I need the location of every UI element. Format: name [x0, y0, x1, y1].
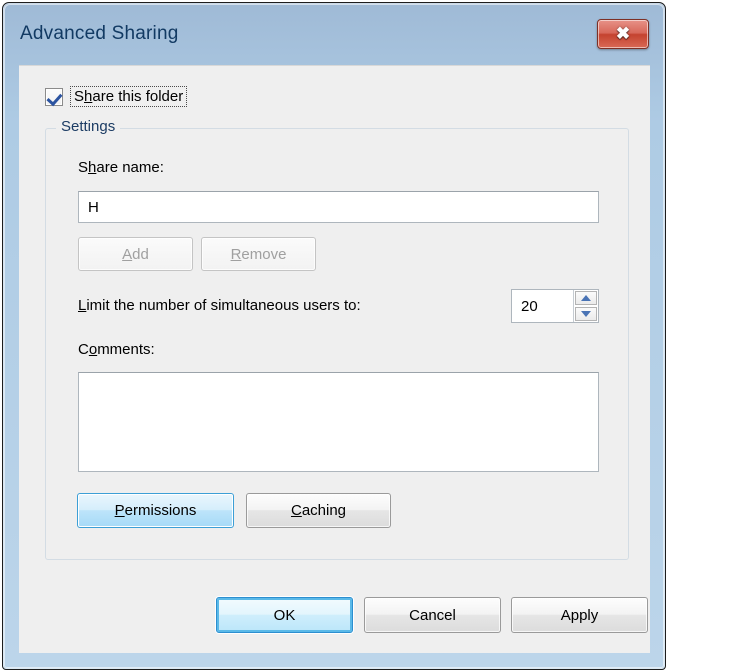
settings-group-legend: Settings	[56, 118, 121, 135]
label-accelerator: o	[88, 341, 98, 358]
label-accelerator: P	[114, 502, 125, 519]
spinner-buttons	[573, 290, 598, 322]
user-limit-spinner[interactable]: 20	[511, 289, 599, 323]
comments-label: Comments:	[78, 341, 155, 358]
label-suffix: dd	[132, 245, 149, 263]
remove-button[interactable]: Remove	[201, 237, 316, 271]
label-accelerator: C	[290, 502, 302, 519]
close-button[interactable]: ✖	[597, 19, 649, 49]
share-name-label: Share name:	[78, 159, 164, 176]
share-this-folder-checkbox[interactable]: Share this folder	[45, 86, 188, 107]
label-suffix: emove	[241, 245, 287, 263]
chevron-up-icon	[581, 295, 591, 301]
user-limit-label: Limit the number of simultaneous users t…	[78, 297, 361, 314]
spinner-up-button[interactable]	[575, 291, 597, 305]
comments-textarea[interactable]	[78, 372, 599, 472]
label-suffix: imit the number of simultaneous users to…	[86, 297, 361, 314]
window-title: Advanced Sharing	[20, 23, 179, 44]
label-accelerator: R	[230, 245, 242, 263]
label-prefix: S	[74, 88, 85, 105]
label-suffix: aching	[301, 502, 347, 519]
ok-button[interactable]: OK	[216, 597, 353, 633]
settings-group-box: Settings Share name: H Add Remove Limit …	[45, 118, 629, 560]
advanced-sharing-dialog: Advanced Sharing ✖ Share this folder Set…	[2, 2, 666, 670]
label-accelerator: A	[122, 245, 133, 263]
label-suffix: mments:	[97, 341, 155, 358]
dialog-client-area: Share this folder Settings Share name: H…	[19, 65, 650, 653]
share-name-value: H	[88, 198, 99, 216]
add-button[interactable]: Add	[78, 237, 193, 271]
checkbox-check-icon	[45, 87, 63, 106]
label-prefix: C	[78, 341, 89, 358]
permissions-button[interactable]: Permissions	[77, 493, 234, 528]
label-suffix: are this folder	[92, 88, 184, 105]
caching-button[interactable]: Caching	[246, 493, 391, 528]
share-name-input[interactable]: H	[78, 191, 599, 223]
user-limit-value[interactable]: 20	[512, 290, 573, 322]
spinner-down-button[interactable]	[575, 307, 597, 321]
label-prefix: S	[78, 159, 89, 176]
apply-button[interactable]: Apply	[511, 597, 648, 633]
cancel-button[interactable]: Cancel	[364, 597, 501, 633]
title-bar[interactable]: Advanced Sharing ✖	[3, 3, 665, 65]
chevron-down-icon	[581, 311, 591, 317]
label-suffix: ermissions	[124, 502, 197, 519]
close-icon: ✖	[615, 24, 631, 43]
label-suffix: are name:	[96, 159, 164, 176]
share-this-folder-label: Share this folder	[70, 86, 188, 107]
